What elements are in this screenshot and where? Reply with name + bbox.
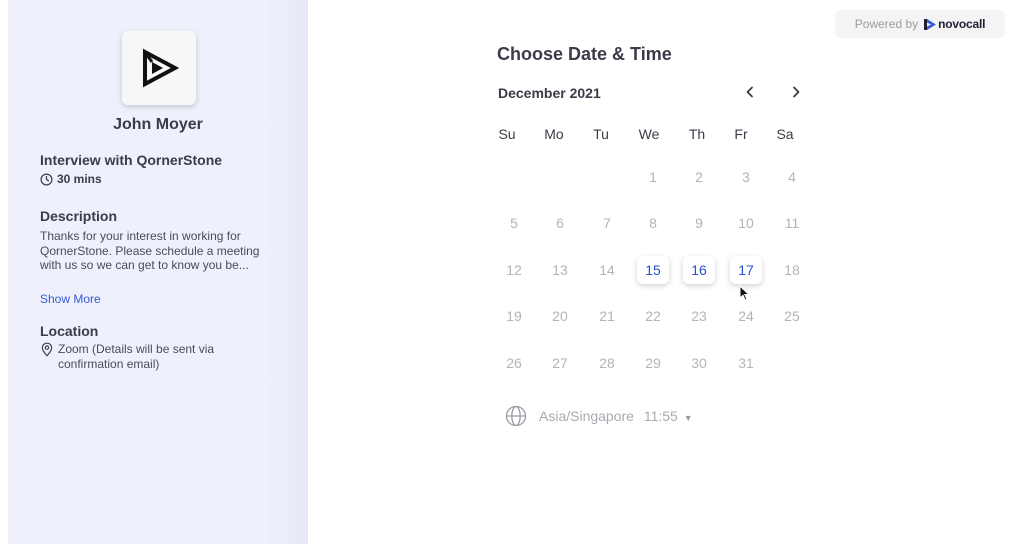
available-date-15[interactable]: 15 (637, 256, 669, 284)
description-text: Thanks for your interest in working for … (40, 229, 260, 272)
host-name: John Moyer (113, 116, 203, 133)
play-triangle-logo-icon (143, 48, 179, 88)
date-cell: 23 (691, 308, 707, 324)
date-cell: 19 (506, 308, 522, 324)
weekday-label: Th (688, 126, 706, 142)
date-cell: 6 (556, 215, 564, 231)
brand-name: novocall (938, 17, 986, 31)
date-cell: 20 (552, 308, 568, 324)
date-cell: 18 (784, 262, 800, 278)
chevron-right-icon (793, 86, 800, 98)
weekday-label: Su (498, 126, 516, 142)
date-cell: 31 (738, 355, 754, 371)
date-cell: 10 (738, 215, 754, 231)
date-cell: 4 (788, 169, 796, 185)
date-cell: 22 (645, 308, 661, 324)
mouse-cursor-icon (739, 285, 751, 301)
date-cell: 14 (599, 262, 615, 278)
location-pin-icon (41, 342, 53, 357)
globe-icon (505, 405, 527, 427)
event-title: Interview with QornerStone (40, 152, 223, 168)
chevron-left-icon (746, 86, 753, 98)
event-info-panel: John Moyer Interview with QornerStone 30… (8, 0, 308, 544)
novocall-logo-icon (924, 18, 937, 30)
weekday-label: We (638, 126, 660, 142)
next-month-button[interactable] (786, 82, 806, 102)
month-label: December 2021 (498, 85, 601, 101)
date-cell: 13 (552, 262, 568, 278)
date-cell: 30 (691, 355, 707, 371)
timezone-name: Asia/Singapore (539, 408, 634, 424)
description-heading: Description (40, 208, 118, 224)
date-cell: 5 (510, 215, 518, 231)
brand-logo: novocall (924, 17, 985, 31)
date-cell: 1 (649, 169, 657, 185)
clock-icon (40, 173, 53, 185)
event-duration: 30 mins (40, 172, 102, 186)
previous-month-button[interactable] (740, 82, 760, 102)
date-cell: 12 (506, 262, 522, 278)
date-cell: 26 (506, 355, 522, 371)
available-date-16[interactable]: 16 (683, 256, 715, 284)
date-cell: 2 (695, 169, 703, 185)
powered-by-label: Powered by (854, 17, 919, 31)
date-cell: 24 (738, 308, 754, 324)
location-text: Zoom (Details will be sent via confirmat… (58, 342, 215, 371)
date-cell: 8 (649, 215, 657, 231)
caret-down-icon: ▼ (683, 413, 693, 423)
date-cell: 25 (784, 308, 800, 324)
date-cell: 9 (695, 215, 703, 231)
page-title: Choose Date & Time (497, 44, 672, 64)
show-more-link[interactable]: Show More (40, 292, 101, 306)
date-cell: 11 (784, 215, 800, 231)
weekday-label: Tu (593, 126, 609, 142)
date-cell: 27 (552, 355, 568, 371)
date-cell: 28 (599, 355, 615, 371)
powered-by-badge[interactable]: Powered by novocall (835, 10, 1005, 38)
duration-label: 30 mins (57, 172, 102, 186)
date-cell: 7 (603, 215, 611, 231)
date-cell: 21 (599, 308, 615, 324)
timezone-time: 11:55 (643, 408, 678, 424)
location-heading: Location (40, 323, 99, 339)
timezone-selector[interactable]: Asia/Singapore 11:55 ▼ (505, 405, 693, 427)
date-cell: 3 (742, 169, 750, 185)
date-cell: 29 (645, 355, 661, 371)
weekday-label: Fr (734, 126, 748, 142)
weekday-label: Sa (776, 126, 794, 142)
available-date-17[interactable]: 17 (730, 256, 762, 284)
weekday-label: Mo (544, 126, 564, 142)
location-row: Zoom (Details will be sent via confirmat… (40, 342, 280, 371)
host-logo (122, 31, 196, 105)
